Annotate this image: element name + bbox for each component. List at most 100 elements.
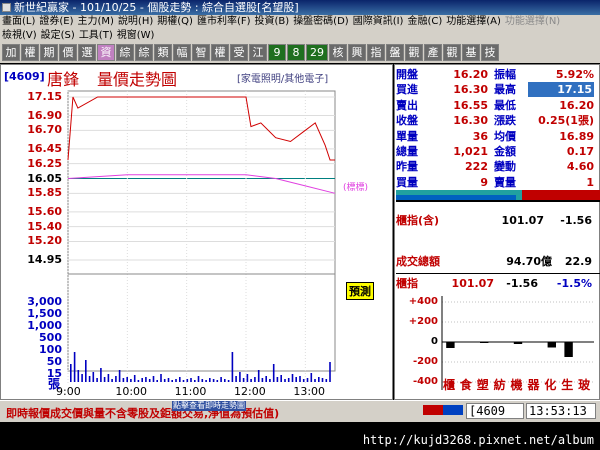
toolbar-button[interactable]: 權 — [211, 44, 229, 61]
quote-value: 16.30 — [453, 114, 488, 128]
quote-value: 0.17 — [566, 145, 594, 158]
volume-bar — [88, 376, 91, 382]
menu-item[interactable]: 設定(S) — [39, 29, 77, 43]
toolbar-button[interactable]: 8 — [287, 44, 305, 61]
sector-label[interactable]: 塑 — [477, 376, 489, 393]
sector-label[interactable]: 玻 — [578, 376, 590, 393]
volume-bar — [77, 370, 80, 382]
sector-bar — [513, 342, 523, 344]
sector-tick-label: +400 — [408, 296, 438, 307]
toolbar-button[interactable]: 綜 — [116, 44, 134, 61]
sector-label[interactable]: 櫃 — [443, 376, 455, 393]
quote-label: 賣量 — [494, 175, 516, 189]
toolbar-button[interactable]: 盤 — [386, 44, 404, 61]
toolbar-button[interactable]: 選 — [78, 44, 96, 61]
index2-label: 櫃指 — [396, 277, 418, 290]
price-tick-label: 16.70 — [27, 123, 62, 137]
toolbar-button[interactable]: 基 — [462, 44, 480, 61]
menu-item[interactable]: 國際資訊(I) — [351, 15, 406, 29]
toolbar-button[interactable]: 技 — [481, 44, 499, 61]
volume-bar — [231, 352, 234, 382]
sector-tick-label: 0 — [431, 336, 438, 347]
volume-bar — [269, 379, 271, 382]
reference-badge[interactable]: 預測 — [346, 282, 374, 300]
menu-item[interactable]: 畫面(L) — [0, 15, 37, 29]
menu-item[interactable]: 投資(B) — [253, 15, 292, 29]
toolbar-button[interactable]: 觀 — [405, 44, 423, 61]
volume-bar — [325, 379, 328, 382]
menu-item[interactable]: 功能選擇(A) — [444, 15, 503, 29]
app-icon — [2, 3, 11, 12]
menu-item[interactable]: 金融(C) — [405, 15, 444, 29]
toolbar-button[interactable]: 指 — [367, 44, 385, 61]
sector-label[interactable]: 食 — [460, 376, 472, 393]
toolbar-button[interactable]: 資 — [97, 44, 115, 61]
price-tick-label: 17.15 — [27, 90, 62, 103]
volume-bar — [209, 378, 211, 382]
volume-bar — [276, 377, 279, 382]
volume-bar — [280, 375, 282, 382]
price-tick-label: 15.60 — [27, 204, 62, 218]
menu-item[interactable]: 證券(E) — [37, 15, 75, 29]
sector-label[interactable]: 機 — [511, 376, 523, 393]
menu-item[interactable]: 匯市利率(F) — [195, 15, 253, 29]
menu-item[interactable]: 主力(M) — [76, 15, 116, 29]
sector-label[interactable]: 生 — [561, 376, 573, 393]
quote-value: 16.89 — [559, 129, 594, 143]
menu-item[interactable]: 說明(H) — [116, 15, 155, 29]
menu-item[interactable]: 期權(Q) — [155, 15, 195, 29]
volume-bar — [81, 374, 83, 382]
toolbar-button[interactable]: 觀 — [443, 44, 461, 61]
volume-bar — [284, 379, 286, 382]
quote-label: 收盤 — [396, 114, 418, 128]
toolbar-button[interactable]: 幅 — [173, 44, 191, 61]
toolbar-button[interactable]: 受 — [230, 44, 248, 61]
sector-bar — [496, 341, 506, 342]
toolbar-button[interactable]: 期 — [40, 44, 58, 61]
sector-label[interactable]: 器 — [527, 376, 539, 393]
stock-code-box[interactable]: [4609 — [466, 403, 524, 419]
index-value: 101.07 — [501, 214, 544, 227]
toolbar-button[interactable]: 江 — [249, 44, 267, 61]
toolbar-button[interactable]: 類 — [154, 44, 172, 61]
toolbar-button[interactable]: 核 — [329, 44, 347, 61]
toolbar-button[interactable]: 價 — [59, 44, 77, 61]
price-tick-label: 14.95 — [27, 253, 62, 266]
sector-label[interactable]: 紡 — [494, 376, 506, 393]
sector-label[interactable]: 化 — [544, 376, 556, 393]
quote-label: 單量 — [396, 129, 418, 143]
window-title: 新世紀贏家 - 101/10/25 - 個股走勢 : 綜合自選股[名望股] — [14, 1, 299, 14]
toolbar-button[interactable]: 智 — [192, 44, 210, 61]
index2-row: 櫃指 101.07 -1.56 -1.5% — [396, 276, 596, 291]
volume-bar — [85, 360, 87, 382]
volume-bar — [179, 377, 181, 382]
volume-bar — [130, 379, 132, 382]
index-label: 櫃指(含) — [396, 214, 440, 227]
toolbar-button[interactable]: 綜 — [135, 44, 153, 61]
menu-item[interactable]: 操盤密碼(D) — [291, 15, 351, 29]
volume-bar — [100, 368, 102, 382]
toolbar-button[interactable]: 權 — [21, 44, 39, 61]
quote-value: 0.25(1張) — [538, 114, 594, 128]
chart-frame — [67, 90, 336, 372]
volume-bar — [224, 379, 226, 382]
toolbar-button[interactable]: 產 — [424, 44, 442, 61]
menu-item[interactable]: 功能選擇(N) — [503, 15, 562, 29]
volume-bar — [107, 374, 110, 382]
toolbar-button[interactable]: 興 — [348, 44, 366, 61]
sector-tick-label: -200 — [412, 356, 438, 367]
menu-item[interactable]: 工具(T) — [77, 29, 115, 43]
quote-value: 222 — [465, 160, 488, 174]
volume-bar — [254, 377, 256, 382]
toolbar-button[interactable]: 29 — [306, 44, 328, 61]
menu-item[interactable]: 檢視(V) — [0, 29, 39, 43]
toolbar-button[interactable]: 9 — [268, 44, 286, 61]
time-tick-label: 11:00 — [174, 385, 207, 398]
volume-bar — [194, 380, 196, 382]
toolbar-button[interactable]: 加 — [2, 44, 20, 61]
toolbar: 加權期價選資綜綜類幅智權受江 9 8 29 核興指盤觀產觀基技 — [0, 43, 600, 63]
price-tick-label: 15.40 — [27, 219, 62, 233]
menu-item[interactable]: 視窗(W) — [115, 29, 157, 43]
sector-bar — [446, 342, 455, 348]
volume-bar — [70, 364, 72, 382]
